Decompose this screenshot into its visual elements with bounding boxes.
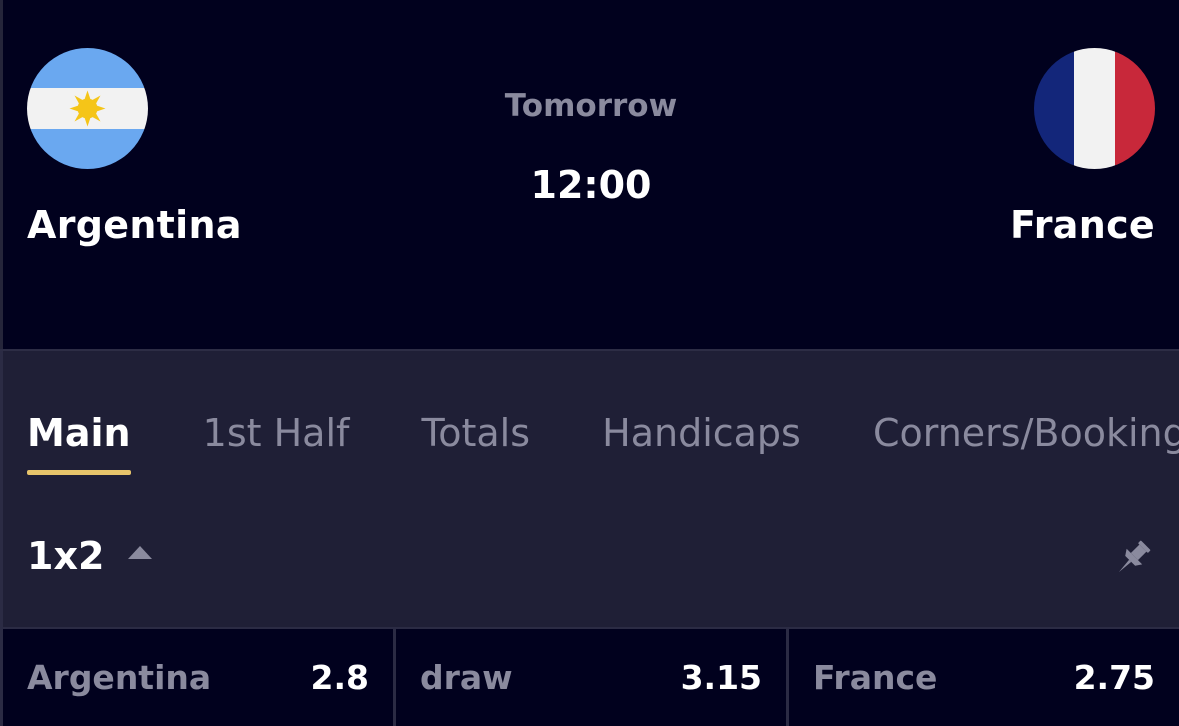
odd-away[interactable]: France 2.75 [786,629,1179,726]
tab-1st-half[interactable]: 1st Half [203,411,350,475]
away-team-name: France [1009,203,1155,247]
match-time-block: Tomorrow 12:00 [3,88,1179,207]
odd-away-value: 2.75 [1073,658,1155,697]
away-team[interactable]: France [1010,48,1155,247]
match-header: Argentina Tomorrow 12:00 France [0,0,1179,349]
tab-totals[interactable]: Totals [421,411,530,475]
tab-corners-bookings[interactable]: Corners/Bookings [873,411,1179,475]
caret-up-icon[interactable] [128,545,153,559]
market-title: 1x2 [27,534,105,578]
market-header[interactable]: 1x2 [27,534,153,578]
odd-draw[interactable]: draw 3.15 [393,629,786,726]
home-team-name: Argentina [27,203,242,247]
odd-away-label: France [813,658,938,697]
match-day: Tomorrow [504,88,678,124]
odd-draw-value: 3.15 [680,658,762,697]
france-flag-icon [1034,48,1155,169]
tab-handicaps[interactable]: Handicaps [602,411,801,475]
match-time: 12:00 [530,163,652,207]
pin-icon[interactable] [1111,536,1155,580]
odd-draw-label: draw [420,658,513,697]
odd-home[interactable]: Argentina 2.8 [0,629,393,726]
tab-main[interactable]: Main [27,411,131,475]
odd-home-label: Argentina [27,658,212,697]
odd-home-value: 2.8 [310,658,369,697]
market-tabs: Main 1st Half Totals Handicaps Corners/B… [27,411,1179,475]
odds-row: Argentina 2.8 draw 3.15 France 2.75 [0,627,1179,726]
markets-panel: Main 1st Half Totals Handicaps Corners/B… [0,351,1179,627]
